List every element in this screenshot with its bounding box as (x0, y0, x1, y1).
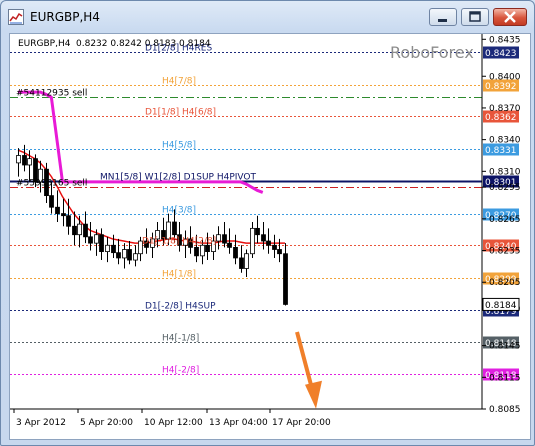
chart-area[interactable]: D1[2/8] H4RES H4[7/8] #54112935 sell D1[1/8… (9, 33, 531, 440)
candle-body (61, 213, 66, 217)
price-tag-label: 0.8331 (485, 146, 517, 156)
y-tick-label: 0.8145 (489, 342, 521, 352)
candle-body (194, 246, 199, 257)
level-label: #55998165 sell (16, 179, 87, 189)
candle-body (250, 227, 255, 255)
candle-body (66, 215, 71, 227)
level-label: H4[-2/8] (162, 366, 199, 376)
candle-body (77, 223, 82, 236)
x-tick-label: 5 Apr 20:00 (80, 418, 133, 428)
candle-body (22, 155, 27, 166)
candle-body (277, 249, 282, 255)
y-tick-label: 0.8235 (489, 247, 521, 257)
level-label: #54112935 sell (16, 89, 87, 99)
candle-body (272, 244, 277, 250)
y-tick-label: 0.8295 (489, 183, 521, 193)
level-label: H4[1/8] (162, 270, 196, 280)
candle-body (99, 234, 104, 253)
candle-body (133, 253, 138, 261)
price-tag-label: 0.8392 (485, 82, 517, 92)
y-tick-label: 0.8085 (489, 405, 521, 415)
candle-body (27, 158, 32, 166)
candle-body (266, 240, 271, 246)
candle-body (222, 234, 227, 244)
level-label: H4[7/8] (162, 77, 196, 87)
candle-body (94, 234, 99, 244)
level-label: D1[-2/8] H4SUP (145, 302, 216, 312)
ma-red-line (17, 149, 285, 244)
last-price-label: 0.8184 (485, 301, 517, 311)
close-icon (504, 11, 516, 23)
title-bar[interactable]: EURGBP,H4 (1, 1, 534, 31)
candle-body (122, 249, 127, 259)
candle-body (172, 221, 177, 236)
candle-body (88, 236, 93, 244)
candle-body (216, 234, 221, 242)
candle-body (233, 246, 238, 259)
price-chart[interactable]: D1[2/8] H4RESH4[7/8]#54112935 sellD1[1/8… (10, 34, 530, 439)
maximize-button[interactable] (461, 8, 489, 26)
level-label: H4[5/8] (162, 141, 196, 151)
minimize-icon (438, 19, 447, 22)
level-label: H4[3/8] (162, 206, 196, 216)
candle-body (116, 252, 121, 259)
candle-body (239, 257, 244, 269)
candle-body (244, 253, 249, 269)
candle-body (105, 244, 110, 253)
candle-body (55, 206, 60, 214)
candle-body (127, 249, 132, 261)
y-tick-label: 0.8115 (489, 373, 521, 383)
x-tick-label: 13 Apr 04:00 (209, 418, 268, 428)
level-label: D1[-1/8] H4[2/8] (142, 237, 216, 247)
minimize-button[interactable] (429, 8, 457, 26)
chart-app-icon (8, 9, 24, 25)
y-tick-label: 0.8265 (489, 215, 521, 225)
chart-window: EURGBP,H4 D1[2/8] H4RES H4[7/8] #54112935 … (0, 0, 535, 446)
candle-body (83, 223, 88, 238)
candle-body (72, 225, 77, 236)
forecast-arrow-head (305, 380, 322, 409)
level-label: MN1[5/8] W1[2/8] D1SUP H4PIVOT (100, 173, 256, 183)
candle-body (283, 253, 288, 305)
chart-symbol-label: EURGBP,H4 (18, 39, 71, 49)
y-tick-label: 0.8370 (489, 104, 521, 114)
x-tick-label: 3 Apr 2012 (16, 418, 66, 428)
x-tick-label: 10 Apr 12:00 (144, 418, 203, 428)
y-tick-label: 0.8310 (489, 167, 521, 177)
price-tag-label: 0.8423 (485, 49, 517, 59)
y-tick-label: 0.8400 (489, 72, 521, 82)
candle-body (255, 227, 260, 236)
maximize-icon (469, 11, 481, 22)
forecast-arrow-shaft (295, 331, 314, 390)
candle-body (49, 195, 54, 208)
candle-body (16, 155, 21, 164)
level-label: D1[1/8] H4[6/8] (145, 108, 216, 118)
candle-body (111, 244, 116, 254)
y-tick-label: 0.8205 (489, 278, 521, 288)
candle-body (227, 242, 232, 248)
y-tick-label: 0.8435 (489, 35, 521, 45)
watermark: RoboForex (390, 43, 474, 62)
chart-ohlc-values: 0.8232 0.8242 0.8183 0.8184 (76, 39, 211, 49)
window-title: EURGBP,H4 (30, 10, 100, 24)
candle-body (200, 244, 205, 257)
close-button[interactable] (493, 8, 527, 26)
x-tick-label: 17 Apr 20:00 (272, 418, 331, 428)
candle-body (261, 234, 266, 242)
y-tick-label: 0.8340 (489, 136, 521, 146)
price-tag-label: 0.8362 (485, 113, 517, 123)
level-label: H4[-1/8] (162, 334, 199, 344)
